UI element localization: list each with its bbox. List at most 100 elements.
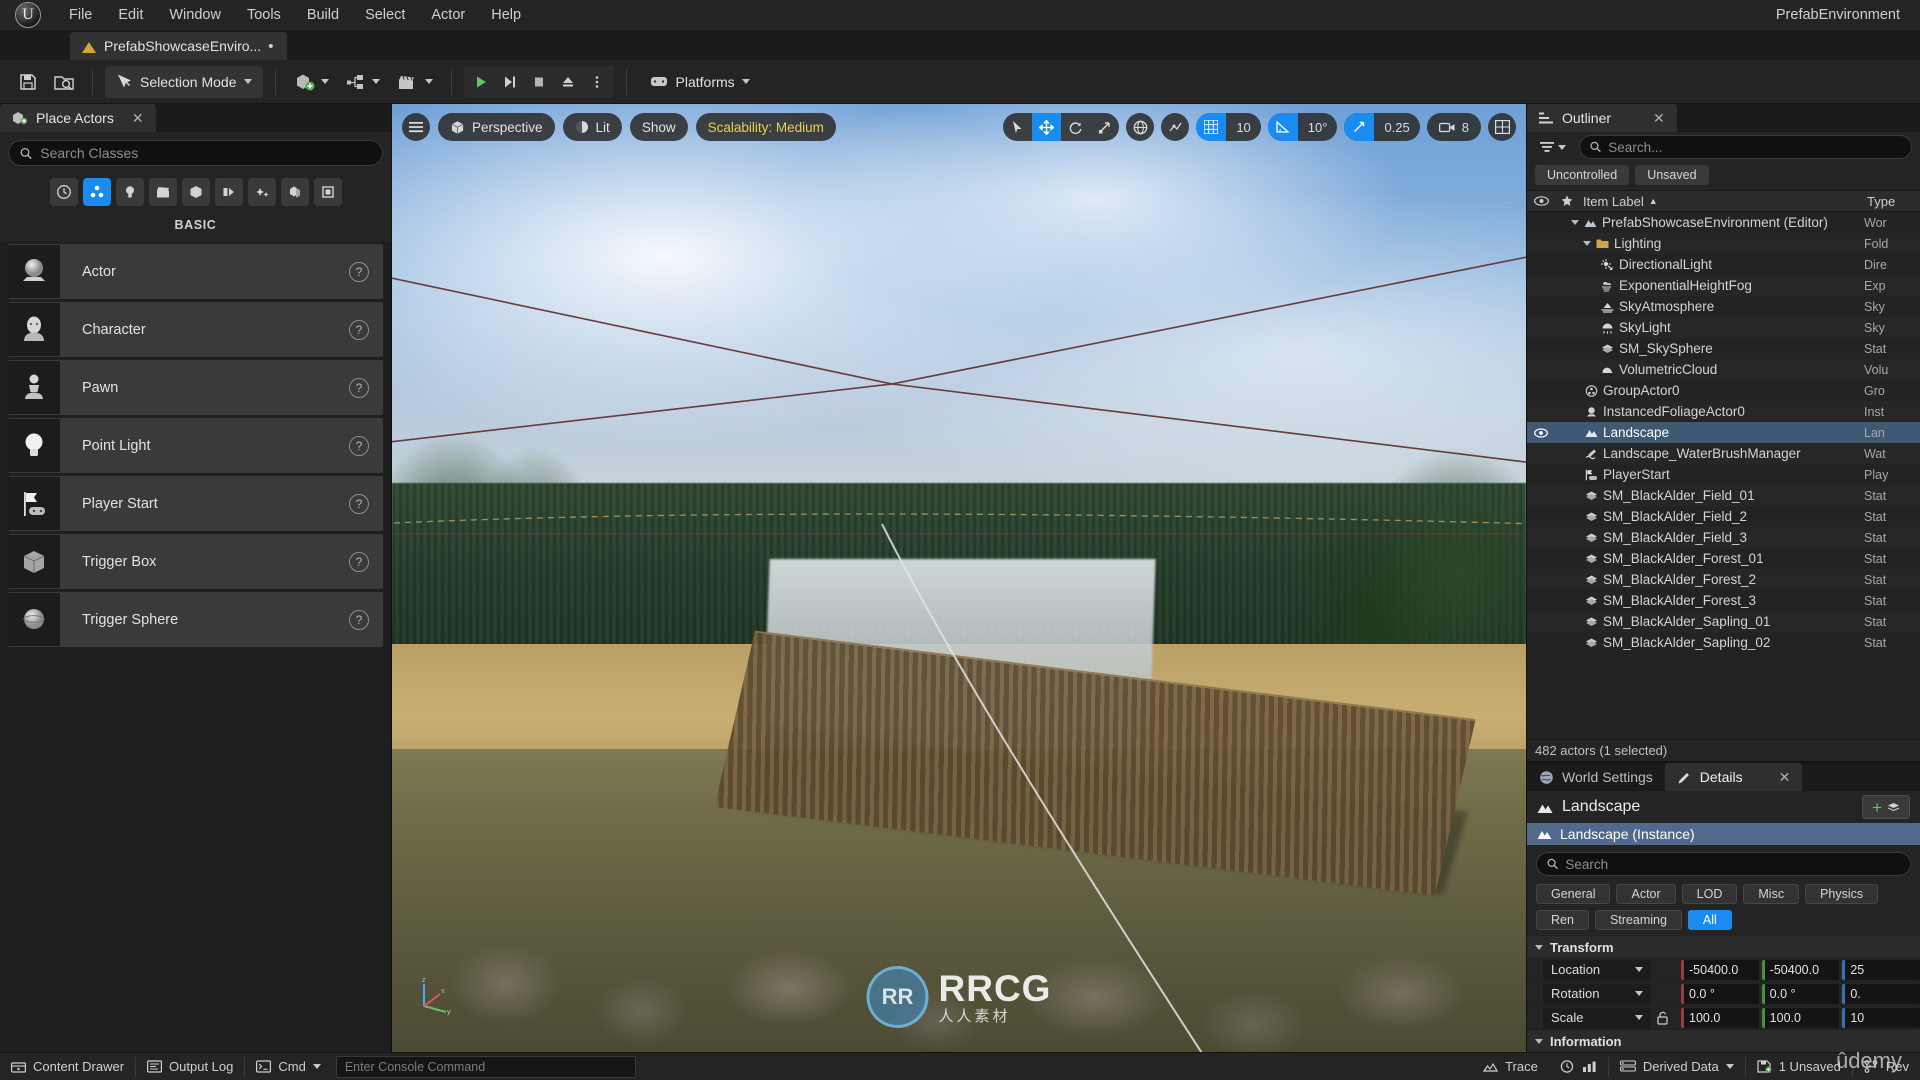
filter-rendering[interactable]: Ren <box>1536 910 1589 930</box>
category-visual-effects[interactable] <box>181 178 210 206</box>
table-row[interactable]: Landscape_WaterBrushManager Wat <box>1527 443 1920 464</box>
filter-all[interactable]: All <box>1687 910 1732 930</box>
tab-prefab-showcase-environment[interactable]: PrefabShowcaseEnviro... • <box>70 32 288 60</box>
row-eye-icon[interactable] <box>1527 427 1555 438</box>
table-row[interactable]: GroupActor0 Gro <box>1527 380 1920 401</box>
close-icon[interactable]: ✕ <box>1653 110 1665 127</box>
outliner-list[interactable]: PrefabShowcaseEnvironment (Editor) Wor Li… <box>1527 212 1920 739</box>
location-y-input[interactable]: -50400.0 <box>1761 959 1840 980</box>
outliner-search[interactable] <box>1579 135 1912 159</box>
cursor-arrow-icon[interactable] <box>1003 113 1032 141</box>
rotation-dropdown[interactable]: Rotation <box>1543 983 1651 1004</box>
table-row-selected[interactable]: Landscape Lan <box>1527 422 1920 443</box>
console-command-field[interactable] <box>335 1055 636 1078</box>
viewport-layout-icon[interactable] <box>1488 113 1516 141</box>
table-row[interactable]: DirectionalLight Dire <box>1527 254 1920 275</box>
rotation-z-input[interactable]: 0. <box>1842 983 1920 1004</box>
scalability-button[interactable]: Scalability: Medium <box>695 113 836 141</box>
location-z-input[interactable]: 25 <box>1842 959 1920 980</box>
tab-outliner[interactable]: Outliner ✕ <box>1527 104 1677 132</box>
expander-icon[interactable] <box>1583 241 1591 246</box>
column-item-label[interactable]: Item Label ▲ <box>1579 194 1864 209</box>
view-mode-button[interactable]: Lit <box>562 113 622 141</box>
add-actor-button[interactable] <box>288 66 335 98</box>
table-row[interactable]: SM_BlackAlder_Sapling_01 Stat <box>1527 611 1920 632</box>
show-flags-button[interactable]: Show <box>629 113 688 141</box>
scale-z-input[interactable]: 10 <box>1842 1007 1920 1028</box>
list-item-trigger-sphere[interactable]: Trigger Sphere ? <box>8 592 383 647</box>
help-icon[interactable]: ? <box>349 435 369 456</box>
search-classes-input[interactable] <box>40 145 371 161</box>
platforms-button[interactable]: Platforms <box>639 66 760 98</box>
grid-snap-control[interactable]: 10 <box>1196 113 1261 141</box>
play-icon[interactable] <box>467 68 495 96</box>
angle-snap-control[interactable]: 10° <box>1267 113 1338 141</box>
unreal-engine-logo-icon[interactable]: U <box>0 0 56 30</box>
help-icon[interactable]: ? <box>349 493 369 514</box>
table-row[interactable]: InstancedFoliageActor0 Inst <box>1527 401 1920 422</box>
save-icon[interactable] <box>12 66 44 98</box>
grid-snap-value[interactable]: 10 <box>1226 120 1260 135</box>
search-classes-row[interactable] <box>8 140 383 166</box>
expander-icon[interactable] <box>1571 220 1579 225</box>
menu-actor[interactable]: Actor <box>418 0 478 30</box>
location-x-input[interactable]: -50400.0 <box>1681 959 1759 980</box>
list-item-trigger-box[interactable]: Trigger Box ? <box>8 534 383 589</box>
help-icon[interactable]: ? <box>349 609 369 630</box>
menu-edit[interactable]: Edit <box>105 0 156 30</box>
move-arrows-icon[interactable] <box>1032 113 1062 141</box>
scale-dropdown[interactable]: Scale <box>1543 1007 1651 1028</box>
menu-tools[interactable]: Tools <box>234 0 294 30</box>
outliner-search-input[interactable] <box>1608 139 1901 155</box>
menu-file[interactable]: File <box>56 0 105 30</box>
table-row[interactable]: VolumetricCloud Volu <box>1527 359 1920 380</box>
selection-mode-button[interactable]: Selection Mode <box>105 65 263 98</box>
details-instance-row[interactable]: Landscape (Instance) <box>1527 823 1920 845</box>
content-drawer-button[interactable]: Content Drawer <box>0 1053 135 1080</box>
table-row[interactable]: SM_BlackAlder_Forest_3 Stat <box>1527 590 1920 611</box>
help-icon[interactable]: ? <box>349 319 369 340</box>
column-type[interactable]: Type <box>1864 194 1920 209</box>
chip-unsaved[interactable]: Unsaved <box>1635 165 1709 185</box>
table-row[interactable]: ExponentialHeightFog Exp <box>1527 275 1920 296</box>
category-basic[interactable] <box>82 178 111 206</box>
tab-world-settings[interactable]: World Settings <box>1527 763 1665 791</box>
viewport-menu-icon[interactable] <box>402 113 430 141</box>
stop-icon[interactable] <box>525 68 553 96</box>
world-globe-icon[interactable] <box>1126 113 1155 141</box>
camera-speed-control[interactable]: 8 <box>1426 113 1481 141</box>
tab-details[interactable]: Details ✕ <box>1664 763 1803 791</box>
list-item-actor[interactable]: Actor ? <box>8 244 383 299</box>
rotation-y-input[interactable]: 0.0 ° <box>1761 983 1840 1004</box>
table-row[interactable]: SM_BlackAlder_Forest_2 Stat <box>1527 569 1920 590</box>
browse-content-icon[interactable] <box>48 66 80 98</box>
table-row[interactable]: Lighting Fold <box>1527 233 1920 254</box>
chip-uncontrolled[interactable]: Uncontrolled <box>1535 165 1630 185</box>
column-visibility-eye-icon[interactable] <box>1527 196 1555 206</box>
help-icon[interactable]: ? <box>349 377 369 398</box>
table-row[interactable]: SM_BlackAlder_Field_2 Stat <box>1527 506 1920 527</box>
help-icon[interactable]: ? <box>349 261 369 282</box>
more-options-icon[interactable] <box>583 68 611 96</box>
scale-y-input[interactable]: 100.0 <box>1761 1007 1840 1028</box>
list-item-character[interactable]: Character ? <box>8 302 383 357</box>
list-item-player-start[interactable]: Player Start ? <box>8 476 383 531</box>
details-search[interactable] <box>1536 852 1911 876</box>
trace-button[interactable]: Trace <box>1472 1053 1549 1080</box>
filter-lod[interactable]: LOD <box>1681 884 1738 904</box>
help-icon[interactable]: ? <box>349 551 369 572</box>
cinematics-button[interactable] <box>390 66 439 98</box>
table-row[interactable]: SM_BlackAlder_Forest_01 Stat <box>1527 548 1920 569</box>
skip-icon[interactable] <box>496 68 524 96</box>
console-command-input[interactable] <box>344 1059 627 1074</box>
cmd-dropdown[interactable]: Cmd <box>245 1053 331 1080</box>
close-icon[interactable]: ✕ <box>1779 769 1791 786</box>
rotation-x-input[interactable]: 0.0 ° <box>1681 983 1759 1004</box>
category-recently-placed[interactable] <box>49 178 78 206</box>
category-shapes[interactable] <box>313 178 342 206</box>
scale-lock-icon[interactable] <box>1651 1011 1673 1025</box>
menu-select[interactable]: Select <box>352 0 418 30</box>
menu-window[interactable]: Window <box>156 0 234 30</box>
derived-data-button[interactable]: Derived Data <box>1609 1053 1745 1080</box>
table-row[interactable]: PlayerStart Play <box>1527 464 1920 485</box>
